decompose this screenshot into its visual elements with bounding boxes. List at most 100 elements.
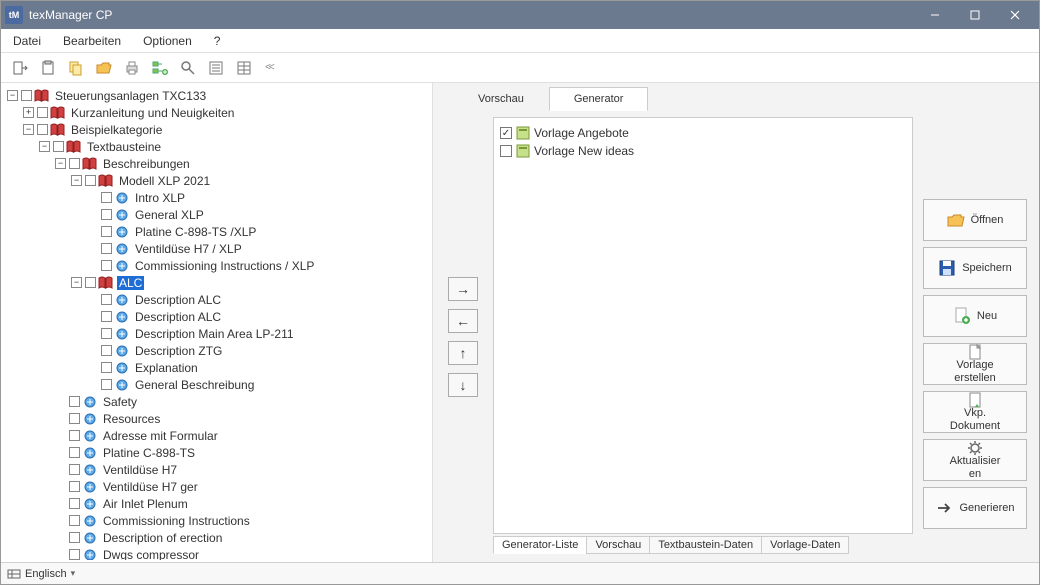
- expander-icon[interactable]: −: [23, 124, 34, 135]
- tab-vorschau[interactable]: Vorschau: [453, 87, 549, 111]
- tree-node[interactable]: Description Main Area LP-211: [7, 325, 426, 342]
- clipboard-icon[interactable]: [37, 57, 59, 79]
- tree-node[interactable]: Explanation: [7, 359, 426, 376]
- node-checkbox[interactable]: [101, 226, 112, 237]
- vkp-dokument-button[interactable]: Vkp. Dokument: [923, 391, 1027, 433]
- generator-item[interactable]: Vorlage New ideas: [500, 142, 906, 160]
- tree-node[interactable]: Description ALC: [7, 291, 426, 308]
- node-checkbox[interactable]: [69, 413, 80, 424]
- tree-node[interactable]: Air Inlet Plenum: [7, 495, 426, 512]
- copy-icon[interactable]: [65, 57, 87, 79]
- tree-node[interactable]: +Kurzanleitung und Neuigkeiten: [7, 104, 426, 121]
- tree-node[interactable]: Description ZTG: [7, 342, 426, 359]
- node-checkbox[interactable]: [101, 243, 112, 254]
- node-label[interactable]: Ventildüse H7 ger: [101, 480, 200, 494]
- item-checkbox[interactable]: [500, 145, 512, 157]
- generate-button[interactable]: Generieren: [923, 487, 1027, 529]
- node-checkbox[interactable]: [69, 430, 80, 441]
- node-checkbox[interactable]: [53, 141, 64, 152]
- tree-node[interactable]: −Steuerungsanlagen TXC133: [7, 87, 426, 104]
- tree-add-icon[interactable]: [149, 57, 171, 79]
- node-checkbox[interactable]: [21, 90, 32, 101]
- item-checkbox[interactable]: ✓: [500, 127, 512, 139]
- tree-node[interactable]: Description of erection: [7, 529, 426, 546]
- tree-node[interactable]: Ventildüse H7 ger: [7, 478, 426, 495]
- tree-node[interactable]: Ventildüse H7 / XLP: [7, 240, 426, 257]
- tree-node[interactable]: −Textbausteine: [7, 138, 426, 155]
- menu-help[interactable]: ?: [210, 32, 225, 50]
- node-label[interactable]: Description of erection: [101, 531, 224, 545]
- node-label[interactable]: Description Main Area LP-211: [133, 327, 296, 341]
- save-button[interactable]: Speichern: [923, 247, 1027, 289]
- expander-icon[interactable]: −: [71, 277, 82, 288]
- menu-bearbeiten[interactable]: Bearbeiten: [59, 32, 125, 50]
- btab-textbaustein-daten[interactable]: Textbaustein-Daten: [649, 536, 762, 554]
- node-checkbox[interactable]: [69, 447, 80, 458]
- node-label[interactable]: Description ALC: [133, 293, 223, 307]
- tab-generator[interactable]: Generator: [549, 87, 649, 111]
- tree-node[interactable]: −ALC: [7, 274, 426, 291]
- node-checkbox[interactable]: [69, 549, 80, 560]
- btab-generator-liste[interactable]: Generator-Liste: [493, 536, 587, 554]
- tree-node[interactable]: Intro XLP: [7, 189, 426, 206]
- expander-icon[interactable]: +: [23, 107, 34, 118]
- node-label[interactable]: Description ALC: [133, 310, 223, 324]
- node-checkbox[interactable]: [37, 124, 48, 135]
- node-label[interactable]: Beispielkategorie: [69, 123, 164, 137]
- search-icon[interactable]: [177, 57, 199, 79]
- node-checkbox[interactable]: [101, 209, 112, 220]
- node-checkbox[interactable]: [85, 277, 96, 288]
- form-icon[interactable]: [205, 57, 227, 79]
- print-icon[interactable]: [121, 57, 143, 79]
- node-label[interactable]: Platine C-898-TS: [101, 446, 197, 460]
- language-selector[interactable]: Englisch ▾: [7, 567, 75, 581]
- export-icon[interactable]: [9, 57, 31, 79]
- node-label[interactable]: Air Inlet Plenum: [101, 497, 190, 511]
- tree-node[interactable]: Adresse mit Formular: [7, 427, 426, 444]
- node-label[interactable]: Dwgs compressor: [101, 548, 201, 561]
- close-button[interactable]: [995, 1, 1035, 29]
- generator-item[interactable]: ✓Vorlage Angebote: [500, 124, 906, 142]
- expander-icon[interactable]: −: [71, 175, 82, 186]
- menu-datei[interactable]: Datei: [9, 32, 45, 50]
- node-checkbox[interactable]: [69, 515, 80, 526]
- toolbar-overflow[interactable]: <<: [265, 62, 273, 73]
- node-checkbox[interactable]: [101, 379, 112, 390]
- tree-node[interactable]: Commissioning Instructions: [7, 512, 426, 529]
- node-checkbox[interactable]: [69, 464, 80, 475]
- menu-optionen[interactable]: Optionen: [139, 32, 196, 50]
- node-checkbox[interactable]: [101, 345, 112, 356]
- node-checkbox[interactable]: [101, 260, 112, 271]
- tree-node[interactable]: Description ALC: [7, 308, 426, 325]
- node-label[interactable]: Safety: [101, 395, 139, 409]
- node-checkbox[interactable]: [101, 328, 112, 339]
- node-label[interactable]: Explanation: [133, 361, 200, 375]
- expander-icon[interactable]: −: [39, 141, 50, 152]
- node-label[interactable]: Commissioning Instructions / XLP: [133, 259, 316, 273]
- node-label[interactable]: Platine C-898-TS /XLP: [133, 225, 258, 239]
- tree-node[interactable]: Safety: [7, 393, 426, 410]
- folder-open-icon[interactable]: [93, 57, 115, 79]
- tree-node[interactable]: Platine C-898-TS: [7, 444, 426, 461]
- refresh-button[interactable]: Aktualisier en: [923, 439, 1027, 481]
- tree-node[interactable]: − Modell XLP 2021: [7, 172, 426, 189]
- node-checkbox[interactable]: [101, 311, 112, 322]
- nav-tree[interactable]: −Steuerungsanlagen TXC133+Kurzanleitung …: [3, 85, 430, 560]
- btab-vorschau[interactable]: Vorschau: [586, 536, 650, 554]
- node-label[interactable]: Modell XLP 2021: [117, 174, 212, 188]
- node-checkbox[interactable]: [69, 158, 80, 169]
- node-label[interactable]: General XLP: [133, 208, 206, 222]
- node-checkbox[interactable]: [69, 396, 80, 407]
- node-checkbox[interactable]: [37, 107, 48, 118]
- node-checkbox[interactable]: [69, 498, 80, 509]
- create-template-button[interactable]: Vorlage erstellen: [923, 343, 1027, 385]
- node-checkbox[interactable]: [69, 481, 80, 492]
- move-left-button[interactable]: ←: [448, 309, 478, 333]
- node-checkbox[interactable]: [101, 192, 112, 203]
- tree-node[interactable]: General XLP: [7, 206, 426, 223]
- tree-node[interactable]: Dwgs compressor: [7, 546, 426, 560]
- node-checkbox[interactable]: [85, 175, 96, 186]
- tree-node[interactable]: − Beispielkategorie: [7, 121, 426, 138]
- node-label[interactable]: Intro XLP: [133, 191, 187, 205]
- maximize-button[interactable]: [955, 1, 995, 29]
